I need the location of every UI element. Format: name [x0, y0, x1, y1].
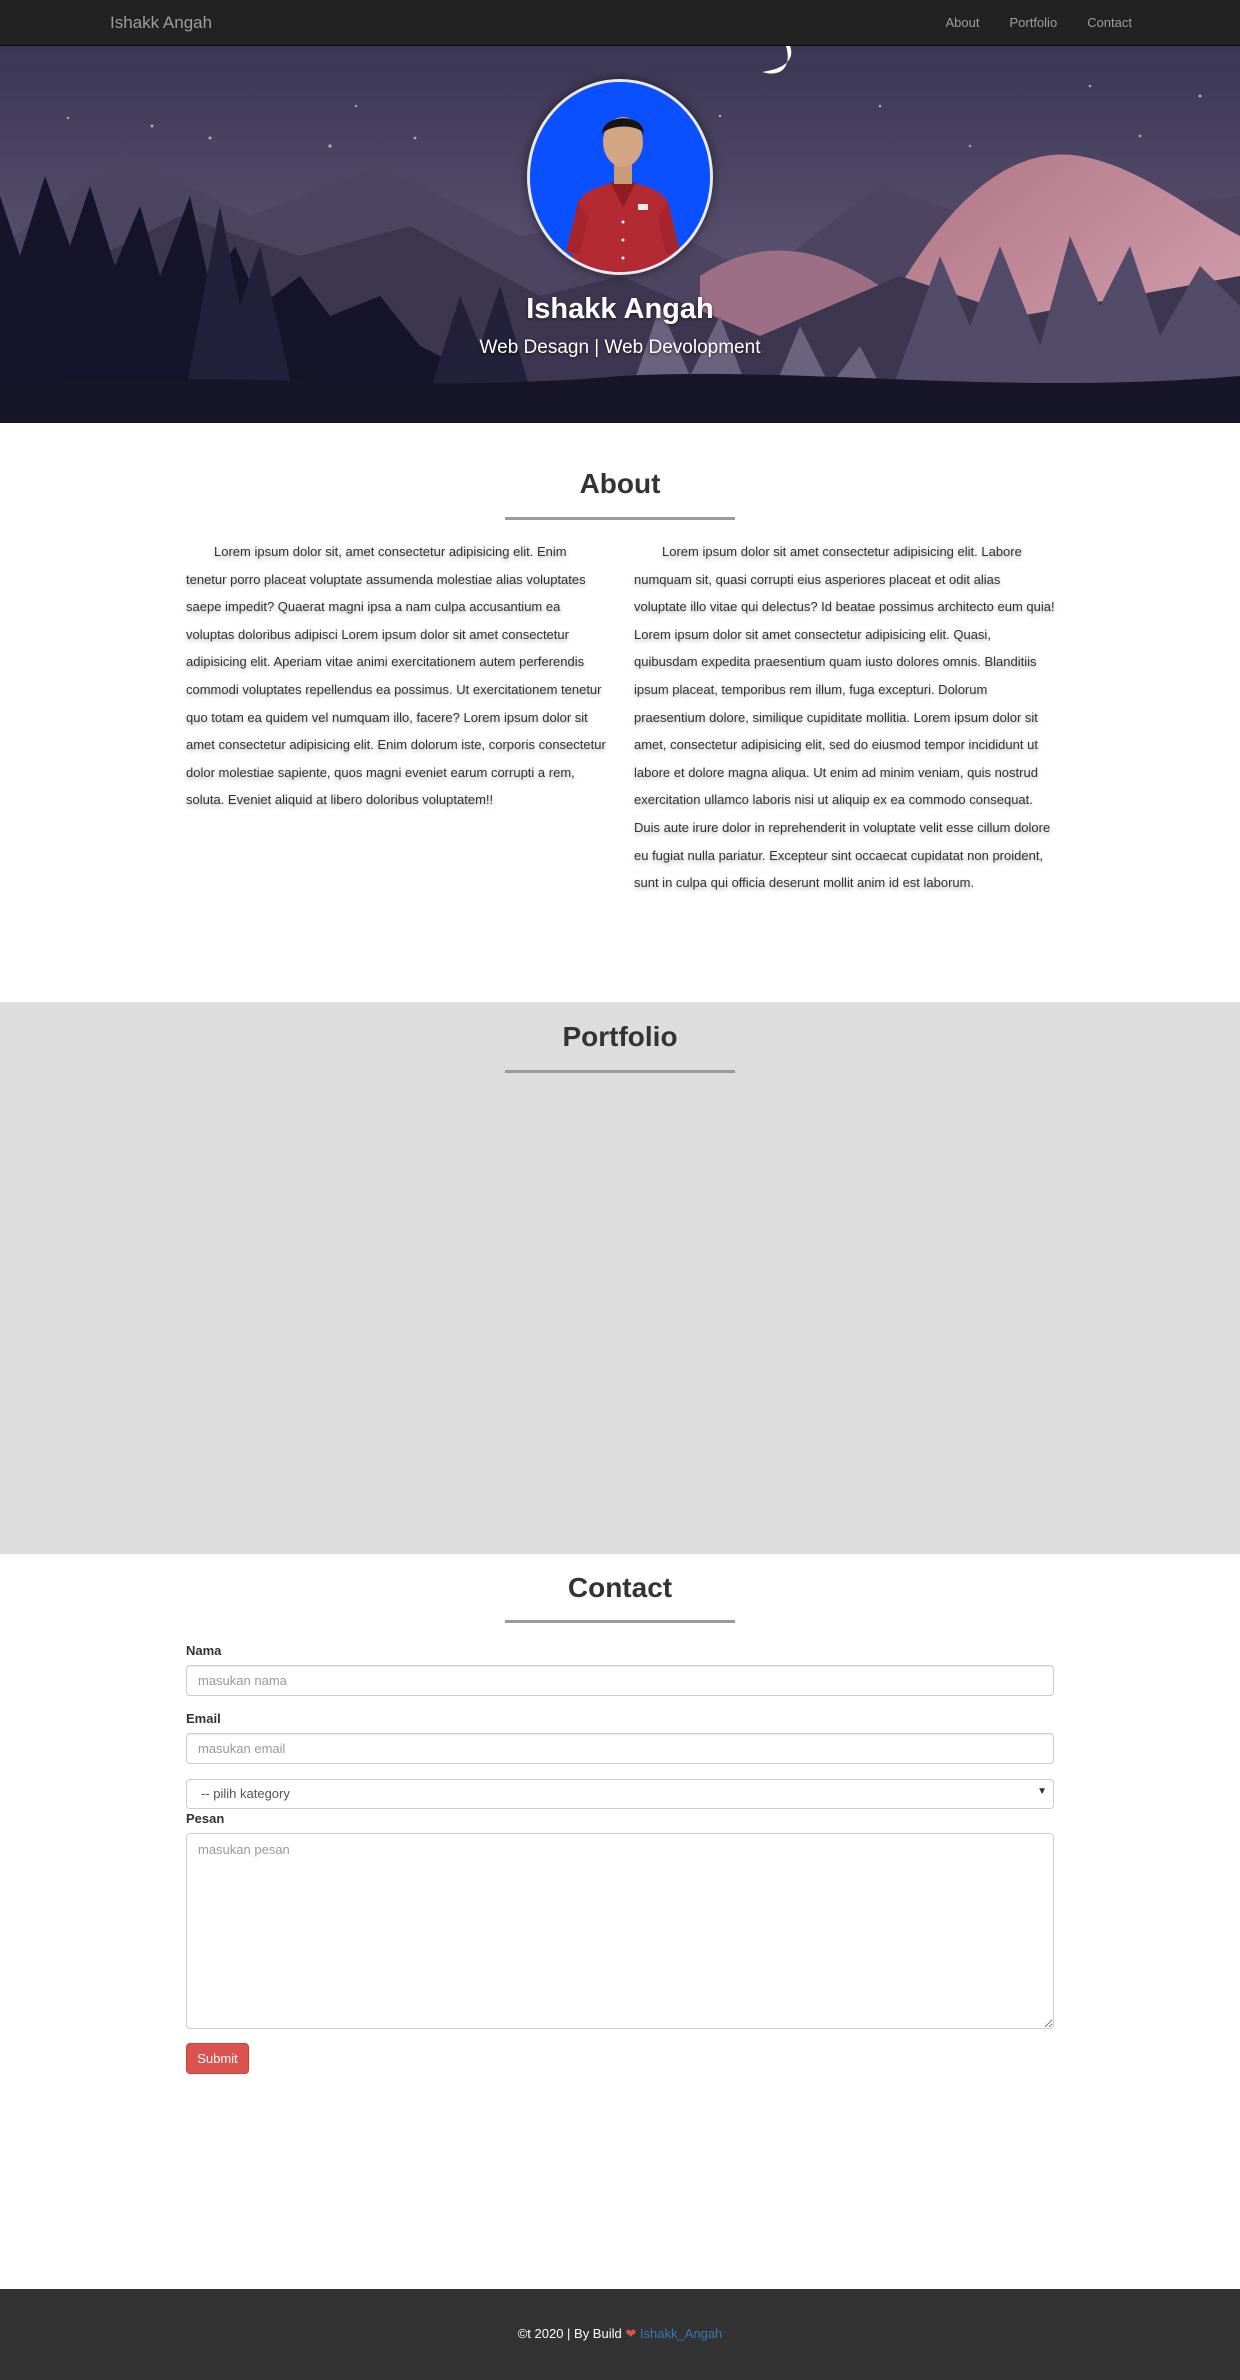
message-label: Pesan	[186, 1811, 225, 1826]
navbar-brand[interactable]: Ishakk Angah	[110, 13, 212, 33]
portfolio-title: Portfolio	[562, 1021, 678, 1052]
hero-subtitle: Web Desagn | Web Devolopment	[479, 337, 761, 358]
footer: ©t 2020 | By Build ❤ Ishakk_Angah	[0, 2289, 1240, 2380]
nav-links: About Portfolio Contact	[916, 15, 1133, 30]
about-text-left: Lorem ipsum dolor sit, amet consectetur …	[186, 544, 606, 808]
footer-text: ©t 2020 | By Build ❤ Ishakk_Angah	[0, 2326, 1240, 2342]
contact-title: Contact	[567, 1572, 673, 1603]
message-textarea[interactable]	[186, 1833, 1054, 2029]
footer-copyright: ©t 2020 | By Build	[517, 2326, 622, 2341]
portfolio-divider	[505, 1070, 735, 1073]
hero-banner: Ishakk Angah Web Desagn | Web Devolopmen…	[0, 46, 1240, 423]
portfolio-section: Portfolio	[0, 1002, 1240, 1554]
name-input[interactable]	[186, 1665, 1054, 1696]
email-label: Email	[186, 1711, 221, 1726]
about-title: About	[579, 468, 661, 499]
profile-photo	[527, 79, 713, 275]
chevron-down-icon: ▼	[1037, 1786, 1047, 1797]
contact-divider	[505, 1620, 735, 1623]
nav-link-portfolio[interactable]: Portfolio	[1009, 15, 1057, 30]
footer-author-link[interactable]: Ishakk_Angah	[640, 2326, 722, 2341]
about-text-right: Lorem ipsum dolor sit amet consectetur a…	[634, 544, 1055, 891]
email-input[interactable]	[186, 1733, 1054, 1764]
category-select-value: -- pilih kategory	[201, 1786, 290, 1801]
nav-link-contact[interactable]: Contact	[1087, 15, 1132, 30]
category-select[interactable]: -- pilih kategory ▼	[186, 1779, 1054, 1809]
submit-button[interactable]: Submit	[186, 2043, 249, 2074]
about-divider	[505, 517, 735, 520]
navbar: Ishakk Angah About Portfolio Contact	[0, 0, 1240, 46]
name-label: Nama	[186, 1643, 222, 1658]
nav-link-about[interactable]: About	[946, 15, 980, 30]
hero-name: Ishakk Angah	[526, 293, 714, 325]
heart-icon: ❤	[625, 2326, 637, 2341]
person-avatar-icon	[530, 82, 710, 272]
